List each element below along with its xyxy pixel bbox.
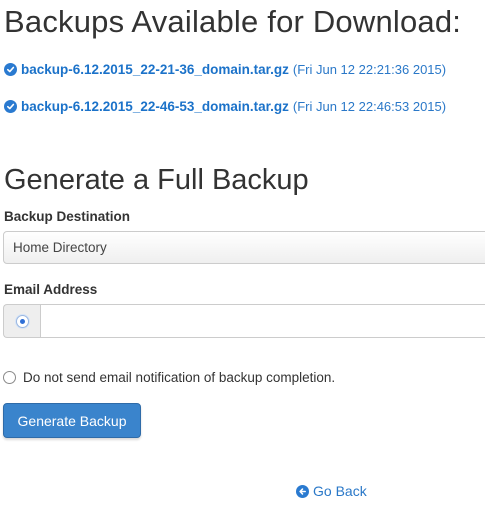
check-circle-icon xyxy=(4,62,17,76)
email-radio-addon[interactable] xyxy=(3,304,40,338)
go-back-link[interactable]: Go Back xyxy=(296,483,367,499)
backup-destination-value: Home Directory xyxy=(13,240,107,255)
generate-heading: Generate a Full Backup xyxy=(4,164,309,196)
backup-date: (Fri Jun 12 22:21:36 2015) xyxy=(292,61,447,77)
no-email-option[interactable]: Do not send email notification of backup… xyxy=(3,370,335,385)
email-notify-radio[interactable] xyxy=(15,314,29,328)
email-field[interactable] xyxy=(40,304,485,338)
backup-download-link[interactable]: backup-6.12.2015_22-46-53_domain.tar.gz xyxy=(21,99,289,114)
email-input-group xyxy=(3,304,485,338)
page: Backups Available for Download: backup-6… xyxy=(0,0,485,509)
backup-download-link[interactable]: backup-6.12.2015_22-21-36_domain.tar.gz xyxy=(21,62,289,77)
backup-item: backup-6.12.2015_22-46-53_domain.tar.gz … xyxy=(4,97,446,115)
backup-destination-label: Backup Destination xyxy=(4,209,131,224)
check-circle-icon xyxy=(4,99,17,113)
generate-backup-button[interactable]: Generate Backup xyxy=(3,403,141,438)
go-back-label: Go Back xyxy=(313,483,367,499)
no-email-radio[interactable] xyxy=(3,371,16,384)
no-email-label: Do not send email notification of backup… xyxy=(23,370,336,385)
backup-date: (Fri Jun 12 22:46:53 2015) xyxy=(292,98,447,114)
backup-item: backup-6.12.2015_22-21-36_domain.tar.gz … xyxy=(4,60,446,78)
backups-heading: Backups Available for Download: xyxy=(4,4,462,39)
email-address-label: Email Address xyxy=(4,282,98,297)
backup-destination-select[interactable]: Home Directory xyxy=(3,231,485,264)
arrow-left-circle-icon xyxy=(296,484,309,498)
